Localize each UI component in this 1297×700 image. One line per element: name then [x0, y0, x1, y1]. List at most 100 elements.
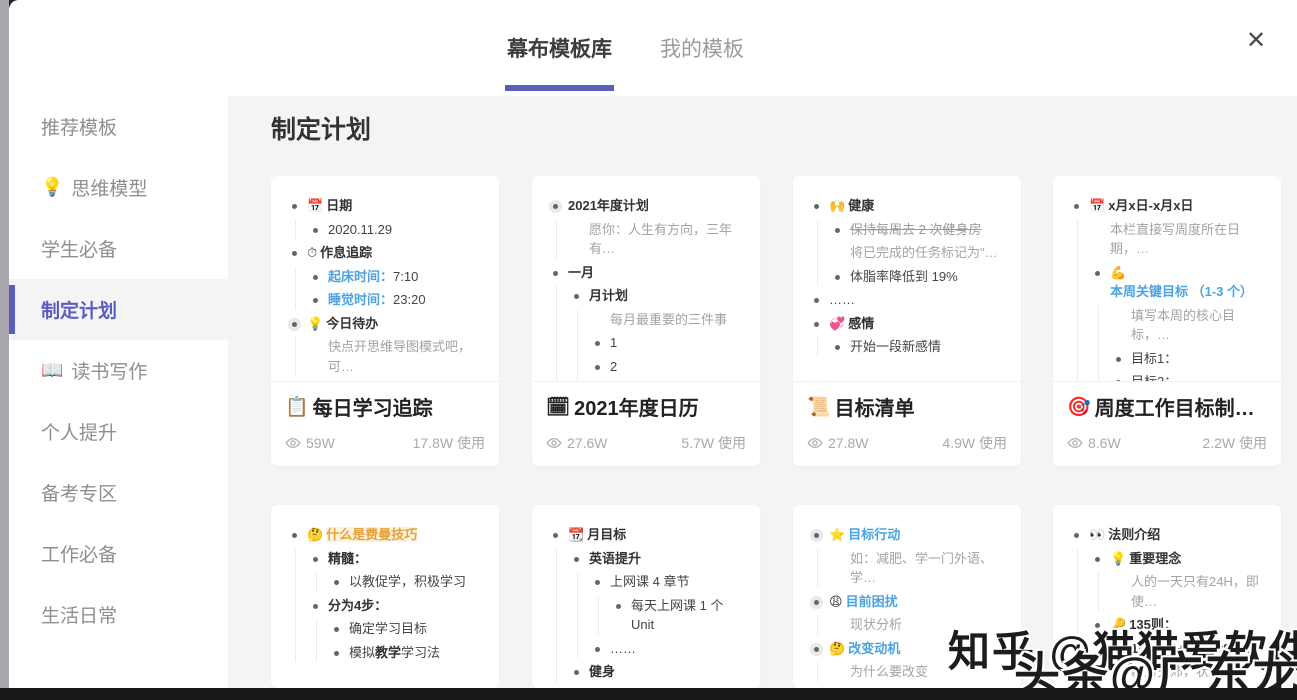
- tab-template-library[interactable]: 幕布模板库: [507, 0, 612, 96]
- use-count-value: 17.8W 使用: [413, 433, 485, 453]
- outline-children: 1*3+3*1+5*0.5=8.5H精力充沛，状态…: [1098, 639, 1267, 682]
- bullet-dot: [313, 298, 318, 303]
- template-card-rule-intro[interactable]: 👀法则介绍💡重要理念人的一天只有24H，即使…🔑135则：1*3+3*1+5*0…: [1053, 505, 1281, 688]
- node-text: 每月最重要的三件事: [610, 312, 727, 327]
- bullet-dot: [1074, 533, 1079, 538]
- outline-row: 💡重要理念: [1090, 549, 1267, 569]
- template-list-panel: 制定计划 📅日期2020.11.29⏱作息追踪起床时间：7:10睡觉时间：23:…: [228, 96, 1297, 690]
- sidebar-item-label: 个人提升: [41, 418, 117, 445]
- outline-row: 分为4步：: [308, 596, 485, 616]
- bullet-dot: [1074, 204, 1079, 209]
- template-card-feynman-technique[interactable]: 🤔什么是费曼技巧精髓：以教促学，积极学习分为4步：确定学习目标模拟教学学习法: [271, 505, 499, 688]
- template-card-monthly-goals[interactable]: 📆月目标英语提升上网课 4 章节每天上网课 1 个 Unit……健身: [532, 505, 760, 688]
- outline-node: 模拟教学学习法: [329, 643, 485, 663]
- node-emoji-icon: 👀: [1089, 527, 1105, 542]
- node-text: 人的一天只有24H，即使…: [1131, 574, 1259, 609]
- outline-node: 💪本周关键目标 （1-3 个）填写本周的核心目标，…目标1：目标2：目标3：: [1090, 263, 1267, 383]
- sidebar-item[interactable]: 📖读书写作: [9, 340, 228, 401]
- use-count-value: 2.2W 使用: [1202, 433, 1267, 453]
- outline-node: 本栏直接写周度所在日期，…: [1090, 220, 1267, 259]
- outline-node: 保持每周去 2 次健身房: [830, 220, 1007, 240]
- template-card-2021-calendar[interactable]: 2021年度计划愿你：人生有方向，三年有…一月月计划每月最重要的三件事123🗓2…: [532, 176, 760, 466]
- outline-node: 月计划每月最重要的三件事123: [569, 286, 746, 382]
- node-text: 23:20: [393, 292, 426, 307]
- sidebar-item[interactable]: 制定计划: [9, 279, 228, 340]
- outline-node: 体脂率降低到 19%: [830, 267, 1007, 287]
- outline-row: 2: [590, 357, 746, 377]
- bullet-dot: [814, 647, 819, 652]
- node-text: 精力充沛，状态…: [1131, 664, 1235, 679]
- sidebar-item[interactable]: 学生必备: [9, 218, 228, 279]
- background-bottom-bar: [0, 688, 1297, 700]
- bullet-dot: [574, 557, 579, 562]
- outline-node: 确定学习目标: [329, 619, 485, 639]
- sidebar-item[interactable]: 工作必备: [9, 523, 228, 584]
- outline-row: 目标2：: [1111, 372, 1267, 382]
- outline-children: 现状分析: [817, 615, 1007, 635]
- node-text: 睡觉时间：: [328, 292, 393, 307]
- bullet-dot: [553, 271, 558, 276]
- modal-window: 幕布模板库我的模板 ✕ 推荐模板💡思维模型学生必备制定计划📖读书写作个人提升备考…: [9, 0, 1297, 690]
- card-title-text: 每日学习追踪: [313, 392, 433, 421]
- card-title: 📋每日学习追踪: [285, 392, 485, 421]
- outline-row: 每月最重要的三件事: [590, 310, 746, 330]
- close-icon[interactable]: ✕: [1243, 28, 1269, 54]
- node-text: 目标2：: [1131, 374, 1177, 382]
- sidebar-item-label: 思维模型: [71, 174, 147, 201]
- view-count-value: 27.8W: [828, 435, 868, 451]
- card-footer: 🗓2021年度日历27.6W5.7W 使用: [532, 382, 760, 465]
- template-card-change-plan[interactable]: ⭐目标行动如：减肥、学一门外语、学…😩目前困扰现状分析🤔改变动机为什么要改变😍期…: [793, 505, 1021, 688]
- bullet-dot: [595, 647, 600, 652]
- outline-row: 体脂率降低到 19%: [830, 267, 1007, 287]
- node-text: 2021年度计划: [568, 198, 649, 213]
- bullet-dot: [595, 580, 600, 585]
- template-card-daily-study-tracker[interactable]: 📅日期2020.11.29⏱作息追踪起床时间：7:10睡觉时间：23:20💡今日…: [271, 176, 499, 466]
- outline-row: ⏱作息追踪: [287, 243, 485, 263]
- sidebar-item[interactable]: 备考专区: [9, 462, 228, 523]
- node-text: 确定学习目标: [349, 621, 427, 636]
- sidebar-item[interactable]: 💡思维模型: [9, 157, 228, 218]
- outline-node: 2020.11.29: [308, 220, 485, 240]
- template-card-goal-list[interactable]: 🙌健康保持每周去 2 次健身房将已完成的任务标记为"…体脂率降低到 19%……💞…: [793, 176, 1021, 466]
- node-text: 学习法: [401, 645, 440, 660]
- outline-children: 月计划每月最重要的三件事123: [556, 286, 746, 382]
- sidebar-item[interactable]: 推荐模板: [9, 96, 228, 157]
- outline-children: 开始一段新感情: [817, 337, 1007, 357]
- node-text: 目前困扰: [846, 594, 898, 609]
- outline-node: 目标1：: [1111, 349, 1267, 369]
- card-stats: 59W17.8W 使用: [285, 433, 485, 453]
- outline-children: 如：减肥、学一门外语、学…: [817, 549, 1007, 588]
- outline-node: ⭐目标行动如：减肥、学一门外语、学…: [809, 525, 1007, 588]
- node-emoji-icon: 💡: [307, 316, 323, 331]
- sidebar-item[interactable]: 生活日常: [9, 584, 228, 645]
- outline-node: ⏱作息追踪起床时间：7:10睡觉时间：23:20: [287, 243, 485, 310]
- node-emoji-icon: 🙌: [829, 198, 845, 213]
- dialog-header: 幕布模板库我的模板 ✕: [9, 0, 1297, 96]
- outline-children: 起床时间：7:10睡觉时间：23:20: [295, 267, 485, 310]
- bullet-dot: [835, 345, 840, 350]
- outline-row: 本栏直接写周度所在日期，…: [1090, 220, 1267, 259]
- node-text: 月目标: [587, 527, 626, 542]
- card-preview: 🤔什么是费曼技巧精髓：以教促学，积极学习分为4步：确定学习目标模拟教学学习法: [271, 505, 499, 688]
- view-count-value: 8.6W: [1088, 435, 1121, 451]
- node-text: 7:10: [393, 269, 418, 284]
- category-sidebar: 推荐模板💡思维模型学生必备制定计划📖读书写作个人提升备考专区工作必备生活日常: [9, 96, 228, 690]
- outline-node: 以教促学，积极学习: [329, 572, 485, 592]
- use-count-value: 4.9W 使用: [942, 433, 1007, 453]
- sidebar-item[interactable]: 个人提升: [9, 401, 228, 462]
- card-title: 🗓2021年度日历: [546, 392, 746, 421]
- node-emoji-icon: 🤔: [307, 527, 323, 542]
- outline-node: 👀法则介绍💡重要理念人的一天只有24H，即使…🔑135则：1*3+3*1+5*0…: [1069, 525, 1267, 682]
- node-text: 本栏直接写周度所在日期，…: [1110, 222, 1240, 257]
- node-text: 快点开思维导图模式吧，可…: [328, 339, 471, 374]
- outline-node: 📅日期2020.11.29: [287, 196, 485, 239]
- outline-row: 保持每周去 2 次健身房: [830, 220, 1007, 240]
- outline-children: 以教促学，积极学习: [316, 572, 485, 592]
- bullet-dot: [814, 322, 819, 327]
- outline-children: 每月最重要的三件事123: [577, 310, 746, 383]
- node-text: 为什么要改变: [850, 664, 928, 679]
- outline-node: ……: [590, 639, 746, 659]
- tab-my-templates[interactable]: 我的模板: [660, 0, 744, 96]
- outline-children: 精髓：以教促学，积极学习分为4步：确定学习目标模拟教学学习法: [295, 549, 485, 663]
- template-card-weekly-work-goals[interactable]: 📅x月x日-x月x日本栏直接写周度所在日期，…💪本周关键目标 （1-3 个）填写…: [1053, 176, 1281, 466]
